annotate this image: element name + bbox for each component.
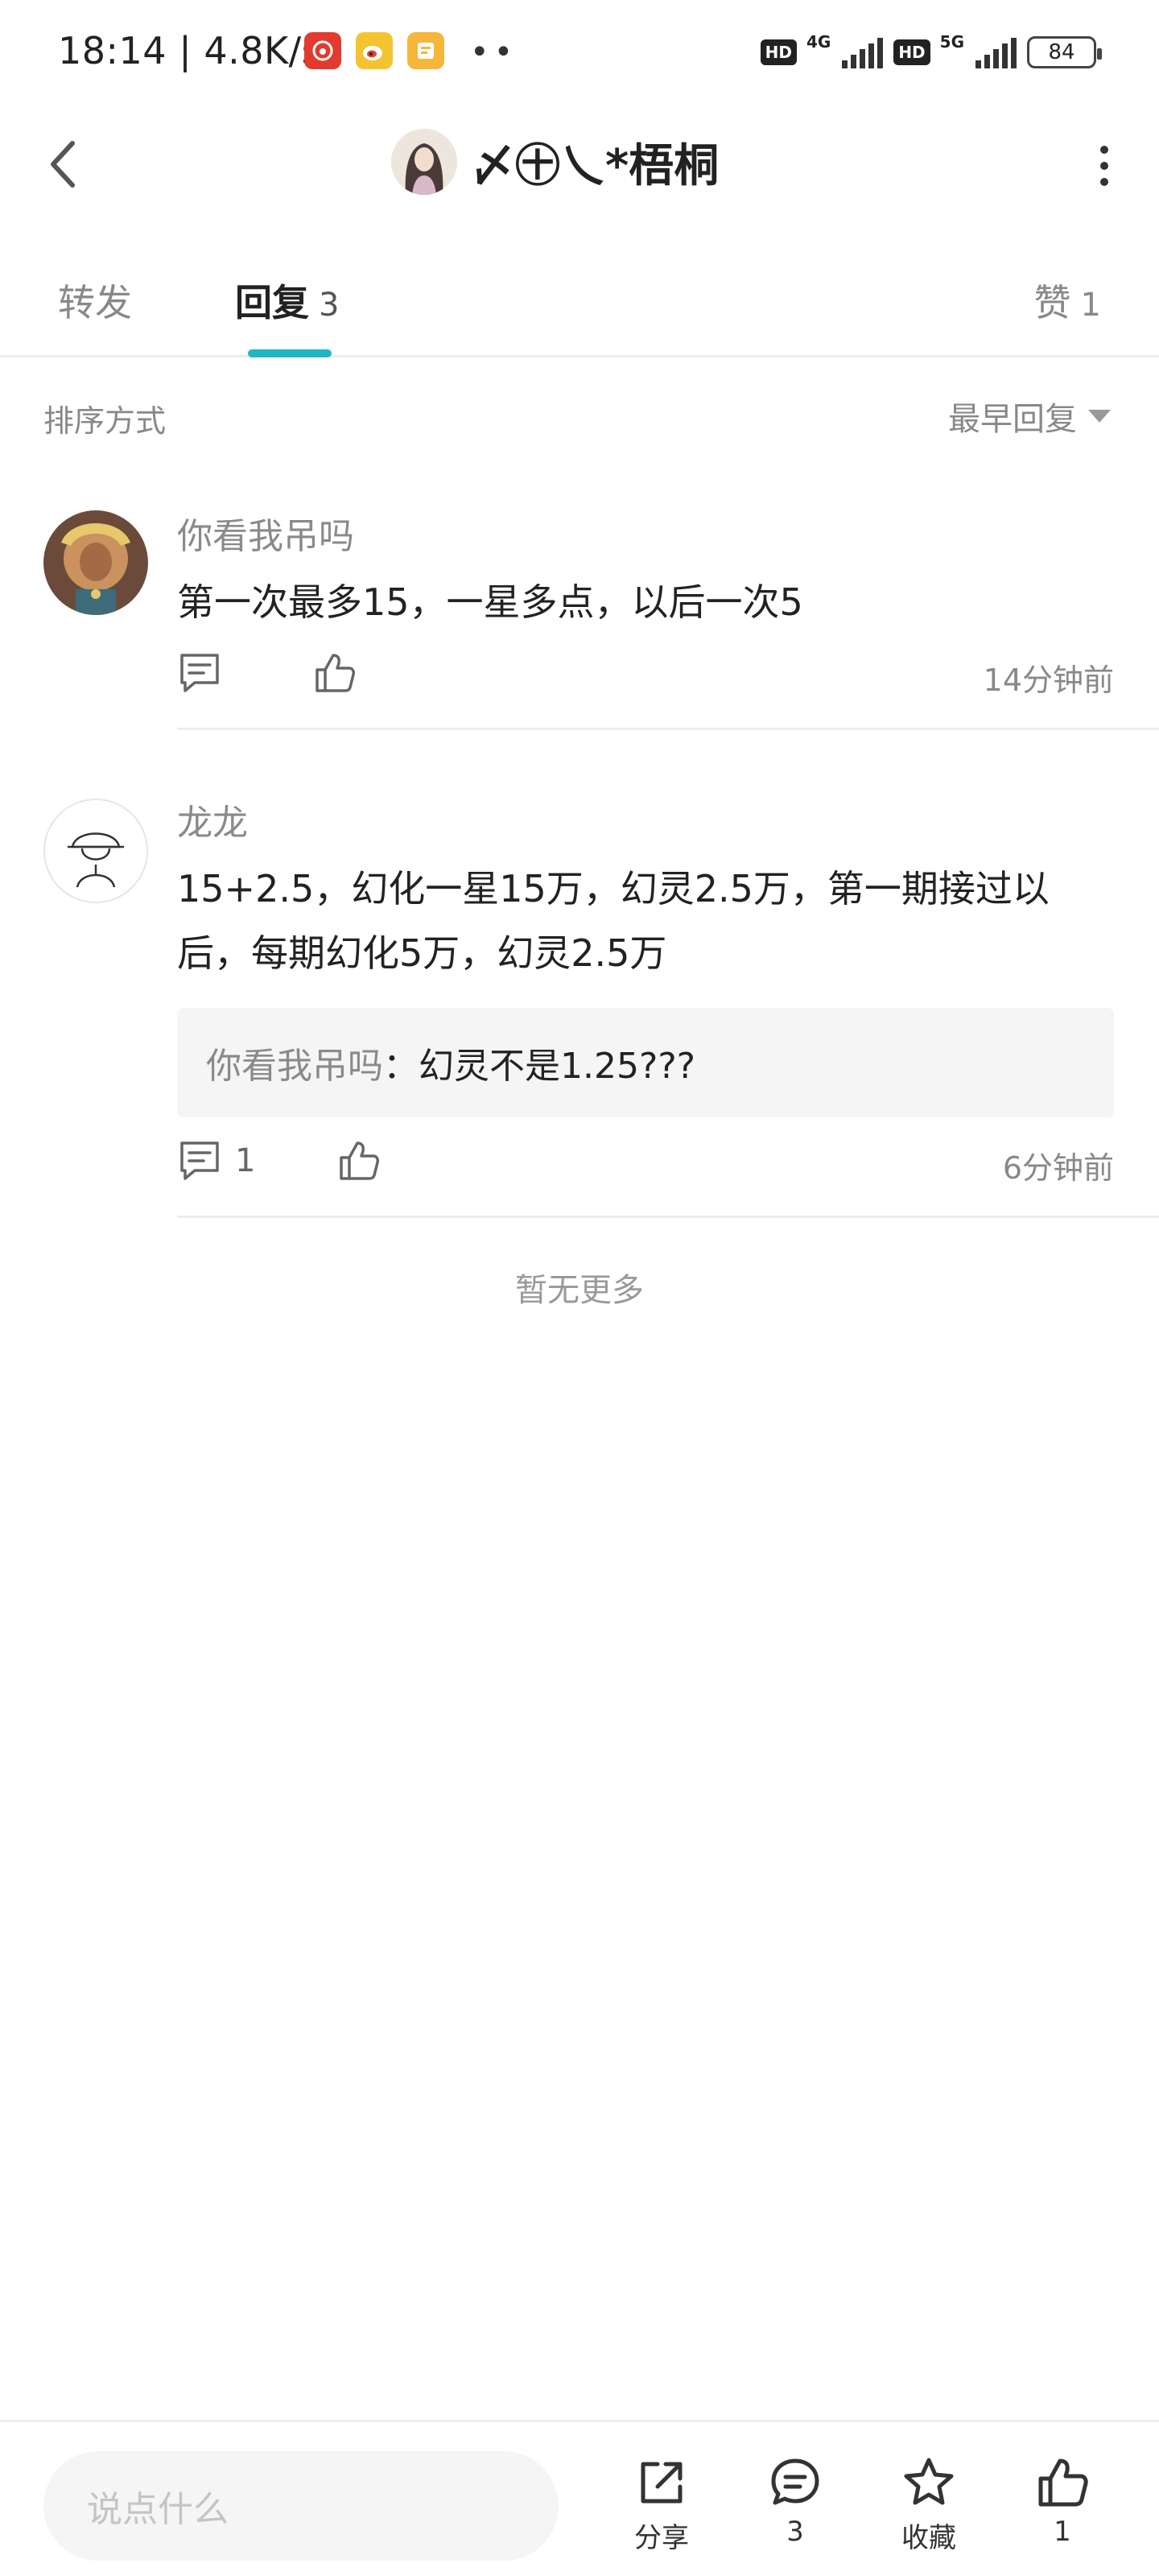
status-time: 18:14 | 4.8K/s <box>58 29 322 72</box>
no-more-label: 暂无更多 <box>515 1272 644 1309</box>
comment-total-count: 3 <box>786 2516 804 2548</box>
tab-bar: 转发 回复 3 赞1 <box>0 250 1159 357</box>
reply-button[interactable] <box>177 650 235 696</box>
sort-dropdown[interactable]: 最早回复 <box>948 393 1111 440</box>
tab-reply[interactable]: 回复 3 <box>235 274 339 327</box>
status-more-dots: •• <box>470 34 518 71</box>
comment-time: 6分钟前 <box>1002 1150 1114 1186</box>
notes-app-icon <box>407 32 444 69</box>
nested-reply-text: 幻灵不是1.25??? <box>419 1046 696 1087</box>
reply-button[interactable]: 1 <box>177 1138 255 1183</box>
chevron-left-icon <box>51 141 75 188</box>
reply-count: 1 <box>235 1142 256 1179</box>
like-button[interactable] <box>312 650 357 696</box>
status-app-icons <box>304 32 444 69</box>
favorite-button[interactable]: 收藏 <box>881 2454 977 2555</box>
battery-level: 84 <box>1048 40 1075 64</box>
comment-body: 你看我吊吗 第一次最多15，一星多点，以后一次5 <box>177 507 1114 634</box>
comment-body: 龙龙 15+2.5，幻化一星15万，幻灵2.5万，第一期接过以后，每期幻化5万，… <box>177 794 1114 1117</box>
tab-forward[interactable]: 转发 <box>58 274 132 327</box>
thumbs-up-icon <box>1038 2458 1088 2507</box>
comment-icon <box>180 1141 219 1180</box>
comment-item: 龙龙 15+2.5，幻化一星15万，幻灵2.5万，第一期接过以后，每期幻化5万，… <box>0 794 1159 1132</box>
more-dot-icon <box>1100 146 1108 154</box>
more-options-button[interactable] <box>1085 140 1124 192</box>
comment-text: 15+2.5，幻化一星15万，幻灵2.5万，第一期接过以后，每期幻化5万，幻灵2… <box>177 867 1050 975</box>
commenter-name[interactable]: 龙龙 <box>177 794 1114 845</box>
sort-row: 排序方式 最早回复 <box>0 357 1159 478</box>
comment-icon <box>180 654 219 692</box>
comment-time: 14分钟前 <box>983 663 1114 698</box>
thumbs-up-icon <box>316 654 355 692</box>
hd-badge: HD <box>760 39 797 65</box>
divider <box>177 1216 1159 1218</box>
sort-label: 排序方式 <box>43 403 167 439</box>
hd-badge-2: HD <box>893 39 930 65</box>
commenter-avatar[interactable] <box>43 510 148 615</box>
battery-icon: 84 <box>1027 36 1102 68</box>
nested-reply-preview[interactable]: 你看我吊吗：幻灵不是1.25??? <box>177 1008 1114 1117</box>
comments-button[interactable]: 3 <box>747 2454 843 2548</box>
network-4g-label: 4G <box>806 32 831 52</box>
star-icon <box>904 2458 954 2505</box>
page-title: 〆㊉乀*梧桐 <box>470 139 720 192</box>
comment-actions: 1 6分钟前 <box>177 1132 1114 1196</box>
comment-text: 第一次最多15，一星多点，以后一次5 <box>177 580 803 624</box>
signal-icon-2 <box>975 38 1017 68</box>
status-indicators: HD 4G HD 5G 84 <box>760 32 1102 72</box>
favorite-label: 收藏 <box>901 2522 956 2554</box>
network-5g-label: 5G <box>939 32 964 52</box>
active-tab-indicator <box>248 349 332 357</box>
comment-bubble-icon <box>771 2458 819 2505</box>
share-button[interactable]: 分享 <box>613 2454 710 2555</box>
reply-tab-count: 3 <box>319 287 340 324</box>
weibo-icon <box>356 32 393 69</box>
more-dot-icon <box>1100 162 1108 170</box>
comment-input[interactable]: 说点什么 <box>43 2451 559 2561</box>
netease-music-icon <box>304 32 341 69</box>
signal-icon <box>842 38 884 68</box>
title-wrap[interactable]: 〆㊉乀*梧桐 <box>391 129 719 195</box>
like-total-count: 1 <box>1054 2516 1071 2548</box>
back-button[interactable] <box>39 134 87 195</box>
bottom-bar: 说点什么 分享 3 收藏 1 <box>0 2420 1159 2576</box>
comment-input-placeholder: 说点什么 <box>87 2489 229 2530</box>
share-label: 分享 <box>634 2522 689 2554</box>
like-post-button[interactable]: 1 <box>1014 2454 1111 2548</box>
status-bar: 18:14 | 4.8K/s •• HD 4G HD 5G 84 <box>0 0 1159 105</box>
dropdown-triangle-icon <box>1088 410 1111 423</box>
thumbs-up-icon <box>340 1141 379 1180</box>
nested-reply-author: 你看我吊吗 <box>206 1046 383 1087</box>
commenter-avatar[interactable] <box>43 799 148 903</box>
more-dot-icon <box>1100 178 1108 186</box>
user-avatar[interactable] <box>391 129 457 195</box>
tab-like[interactable]: 赞1 <box>1034 274 1101 327</box>
nested-reply-separator: ： <box>383 1046 419 1087</box>
share-icon <box>641 2462 683 2504</box>
like-tab-count: 1 <box>1080 287 1101 324</box>
comment-actions: 14分钟前 <box>177 644 1114 708</box>
sort-value: 最早回复 <box>948 401 1077 438</box>
commenter-name[interactable]: 你看我吊吗 <box>177 507 1114 559</box>
divider <box>177 728 1159 730</box>
header: 〆㊉乀*梧桐 <box>0 113 1159 217</box>
like-button[interactable] <box>336 1138 382 1183</box>
